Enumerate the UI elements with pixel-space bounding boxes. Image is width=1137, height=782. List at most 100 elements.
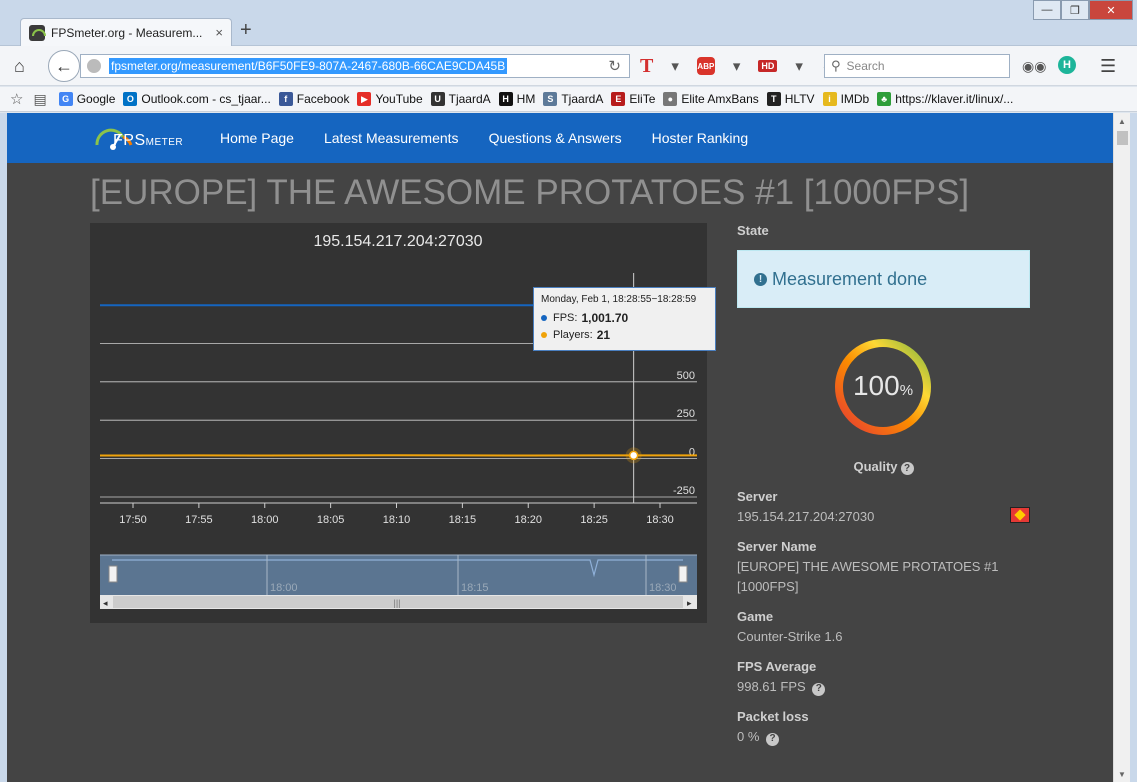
navigator-label: 18:00: [270, 582, 298, 594]
browser-toolbar: ⌂ fpsmeter.org/measurement/B6F50FE9-807A…: [0, 46, 1137, 86]
state-value: Measurement done: [772, 268, 928, 289]
url-bar[interactable]: fpsmeter.org/measurement/B6F50FE9-807A-2…: [80, 54, 630, 78]
fps-average-value: 998.61 FPS: [737, 679, 806, 694]
packet-loss-value: 0 %: [737, 729, 760, 744]
bookmark-item[interactable]: G Google: [58, 92, 115, 106]
chart-tooltip: Monday, Feb 1, 18:28:55−18:28:59 FPS: 1,…: [533, 287, 716, 351]
navigator-handle[interactable]: [678, 565, 688, 583]
bookmark-label: https://klaver.it/linux/...: [895, 92, 1014, 106]
bookmark-star-icon[interactable]: ☆: [10, 90, 23, 108]
outlook-icon: O: [123, 92, 138, 106]
back-button[interactable]: ←: [48, 50, 80, 82]
server-label: Server: [737, 489, 778, 504]
dropdown-icon[interactable]: ▾: [733, 57, 741, 75]
packet-loss-label: Packet loss: [737, 709, 809, 724]
site-info-icon[interactable]: [87, 59, 101, 73]
fpsmeter-logo[interactable]: FPSMETER: [93, 125, 189, 155]
server-value: 195.154.217.204:27030: [737, 509, 875, 524]
scroll-grip-icon: |||: [393, 598, 400, 608]
amxbans-icon: ●: [663, 92, 678, 106]
bookmark-item[interactable]: S TjaardA: [543, 92, 603, 106]
search-placeholder: Search: [846, 59, 885, 73]
nav-home-page[interactable]: Home Page: [220, 130, 294, 146]
bookmark-label: Outlook.com - cs_tjaar...: [141, 92, 271, 106]
server-name-label: Server Name: [737, 539, 817, 554]
new-tab-button[interactable]: +: [240, 20, 252, 40]
t-extension-icon[interactable]: T: [640, 55, 653, 78]
players-legend-dot: [541, 332, 547, 338]
fps-chart[interactable]: 195.154.217.204:2703010007505002500-2501…: [90, 223, 716, 623]
bookmark-item[interactable]: U TjaardA: [430, 92, 491, 106]
dropdown-icon[interactable]: ▾: [671, 57, 679, 75]
navigator-label: 18:15: [461, 582, 489, 594]
bookmark-item[interactable]: i IMDb: [822, 92, 870, 106]
mask-extension-icon[interactable]: ◉◉: [1022, 58, 1046, 75]
window-frame-left: [0, 113, 7, 782]
bookmark-label: TjaardA: [561, 92, 604, 106]
bookmark-item[interactable]: O Outlook.com - cs_tjaar...: [123, 92, 271, 106]
close-window-button[interactable]: ✕: [1089, 0, 1133, 20]
navigator-handle[interactable]: [108, 565, 118, 583]
tooltip-fps-label: FPS:: [553, 312, 578, 324]
tooltip-players-row: Players: 21: [541, 328, 708, 342]
menu-icon[interactable]: ☰: [1100, 56, 1116, 77]
search-input[interactable]: ⚲ Search: [824, 54, 1010, 78]
fps-average-label: FPS Average: [737, 659, 817, 674]
x-tick-label: 18:25: [580, 514, 608, 526]
tooltip-players-value: 21: [596, 328, 611, 342]
nav-hoster-ranking[interactable]: Hoster Ranking: [652, 130, 749, 146]
google-icon: G: [58, 92, 73, 106]
logo-text: FPS: [113, 132, 146, 149]
clover-icon: ♣: [877, 92, 892, 106]
quality-help-icon[interactable]: ?: [900, 462, 914, 475]
dropdown-icon[interactable]: ▾: [795, 57, 803, 75]
home-icon[interactable]: ⌂: [14, 56, 25, 77]
page-title: [EUROPE] THE AWESOME PROTATOES #1 [1000F…: [90, 173, 970, 212]
browser-tab[interactable]: FPSmeter.org - Measurem... ×: [20, 18, 232, 46]
logo-subtext: METER: [145, 137, 184, 148]
hm-icon: H: [498, 92, 513, 106]
country-flag-icon: [1010, 507, 1030, 523]
tab-close-icon[interactable]: ×: [215, 25, 223, 40]
url-text[interactable]: fpsmeter.org/measurement/B6F50FE9-807A-2…: [109, 58, 508, 74]
packet-loss-help-icon[interactable]: ?: [766, 732, 780, 746]
scroll-left-icon: ◂: [103, 598, 108, 608]
fps-average-help-icon[interactable]: ?: [812, 682, 826, 696]
nav-latest-measurements[interactable]: Latest Measurements: [324, 130, 459, 146]
bookmark-item[interactable]: ● Elite AmxBans: [663, 92, 759, 106]
quality-label-row: Quality?: [737, 459, 1030, 475]
maximize-button[interactable]: ❐: [1061, 0, 1089, 20]
x-tick-label: 17:55: [185, 514, 213, 526]
chart-canvas[interactable]: 195.154.217.204:2703010007505002500-2501…: [90, 223, 707, 623]
minimize-button[interactable]: —: [1033, 0, 1061, 20]
nav-questions-answers[interactable]: Questions & Answers: [489, 130, 622, 146]
x-tick-label: 18:05: [317, 514, 345, 526]
hd-extension-icon[interactable]: HD: [758, 60, 778, 72]
scroll-down-icon[interactable]: ▼: [1118, 770, 1126, 779]
bookmark-label: IMDb: [840, 92, 870, 106]
bookmark-item[interactable]: f Facebook: [278, 92, 349, 106]
server-name-value: [EUROPE] THE AWESOME PROTATOES #1 [1000F…: [737, 559, 999, 594]
state-label: State: [737, 223, 769, 238]
scroll-up-icon[interactable]: ▲: [1118, 117, 1126, 126]
y-tick-label: 250: [677, 408, 695, 420]
adblock-icon[interactable]: ABP: [696, 57, 715, 75]
quality-value: 100: [852, 370, 900, 401]
bookmark-item[interactable]: E EliTe: [611, 92, 655, 106]
navigator-label: 18:30: [649, 582, 677, 594]
bookmark-item[interactable]: ♣ https://klaver.it/linux/...: [877, 92, 1013, 106]
scrollbar-thumb[interactable]: [1117, 131, 1128, 145]
bookmark-item[interactable]: H HM: [498, 92, 535, 106]
library-icon[interactable]: ▤: [33, 91, 46, 108]
profile-icon[interactable]: H: [1058, 56, 1076, 74]
bookmark-label: HLTV: [784, 92, 815, 106]
y-tick-label: 500: [677, 370, 695, 382]
elite-icon: E: [611, 92, 626, 106]
reload-icon[interactable]: ↻: [608, 57, 621, 75]
x-tick-label: 18:10: [383, 514, 411, 526]
fps-legend-dot: [541, 315, 547, 321]
bookmark-item[interactable]: T HLTV: [766, 92, 815, 106]
bookmark-item[interactable]: ▶ YouTube: [357, 92, 423, 106]
page-scrollbar[interactable]: ▲ ▼: [1113, 113, 1130, 782]
scroll-right-icon: ▸: [687, 598, 692, 608]
